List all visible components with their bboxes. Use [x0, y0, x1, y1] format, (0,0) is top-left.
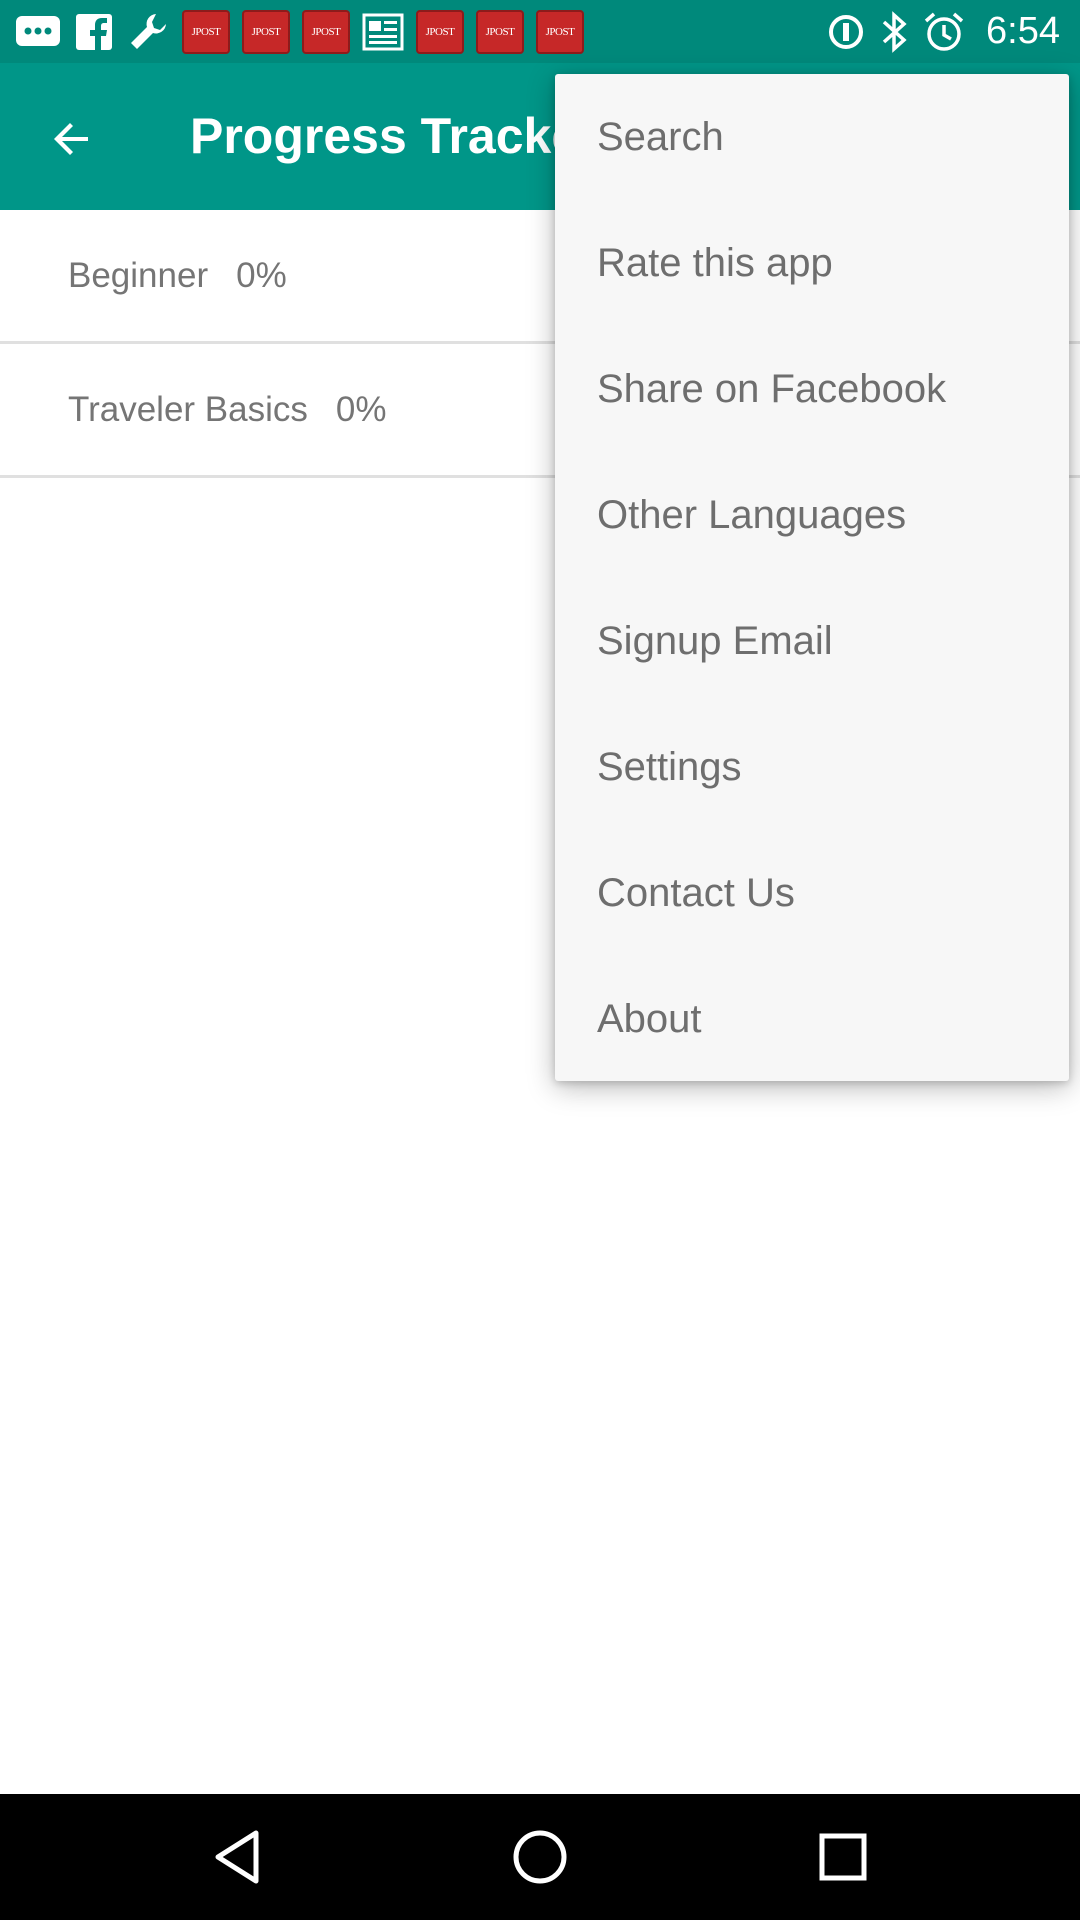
menu-item-rate-app[interactable]: Rate this app: [555, 200, 1069, 326]
menu-item-search[interactable]: Search: [555, 74, 1069, 200]
facebook-icon: [74, 12, 114, 52]
bluetooth-icon: [878, 10, 910, 53]
home-circle-icon: [513, 1830, 567, 1884]
jpost-icon: JPOST: [242, 9, 290, 54]
list-item-percent: 0%: [236, 255, 287, 295]
list-item-label: Traveler Basics: [68, 389, 308, 429]
nav-home-button[interactable]: [507, 1824, 573, 1890]
menu-item-share-facebook[interactable]: Share on Facebook: [555, 326, 1069, 452]
wrench-icon: [126, 10, 170, 54]
nav-recents-button[interactable]: [810, 1824, 876, 1890]
data-saver-icon: [826, 12, 866, 52]
menu-item-about[interactable]: About: [555, 956, 1069, 1082]
chat-icon: [14, 12, 62, 52]
jpost-icon: JPOST: [476, 9, 524, 54]
menu-item-contact-us[interactable]: Contact Us: [555, 830, 1069, 956]
page-title: Progress Tracker: [190, 108, 599, 164]
system-icons: 6:54: [826, 0, 1060, 63]
overflow-menu: Search Rate this app Share on Facebook O…: [555, 74, 1069, 1081]
status-time: 6:54: [986, 10, 1060, 52]
jpost-icon: JPOST: [536, 9, 584, 54]
list-item-percent: 0%: [335, 389, 387, 429]
jpost-icon: JPOST: [416, 9, 464, 54]
alarm-icon: [922, 10, 966, 54]
menu-item-other-languages[interactable]: Other Languages: [555, 452, 1069, 578]
notification-icons: JPOST JPOST JPOST JPOST JPOST JPOST: [14, 0, 584, 63]
status-bar: JPOST JPOST JPOST JPOST JPOST JPOST 6:54: [0, 0, 1080, 63]
list-item-label: Beginner: [68, 255, 209, 295]
navigation-bar: [0, 1794, 1080, 1920]
menu-item-settings[interactable]: Settings: [555, 704, 1069, 830]
arrow-back-icon: [54, 123, 88, 155]
jpost-icon: JPOST: [182, 9, 230, 54]
jpost-icon: JPOST: [302, 9, 350, 54]
nav-back-button[interactable]: [204, 1824, 270, 1890]
back-button[interactable]: [40, 107, 104, 171]
recents-square-icon: [819, 1833, 867, 1881]
back-triangle-icon: [215, 1830, 259, 1884]
menu-item-signup-email[interactable]: Signup Email: [555, 578, 1069, 704]
newspaper-icon: [362, 13, 404, 51]
